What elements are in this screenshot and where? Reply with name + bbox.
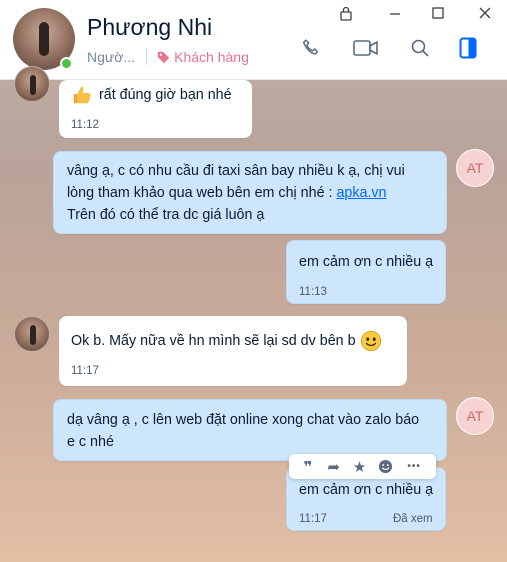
online-status-dot bbox=[60, 57, 73, 70]
star-icon: ★ bbox=[352, 458, 367, 476]
star-button[interactable]: ★ bbox=[348, 456, 370, 478]
message-time: 11:12 bbox=[71, 119, 99, 131]
react-button[interactable] bbox=[374, 456, 396, 478]
message-text-line: lòng tham khảo qua web bên em chị nhé : … bbox=[67, 182, 437, 204]
forward-icon: ➦ bbox=[327, 458, 340, 476]
message-text-line: vâng ạ, c có nhu cầu đi taxi sân bay nhi… bbox=[67, 163, 405, 179]
forward-button[interactable]: ➦ bbox=[323, 456, 345, 478]
conversation-info-toggle[interactable] bbox=[455, 35, 481, 61]
more-options-button[interactable]: ••• bbox=[400, 456, 428, 478]
message-link[interactable]: apka.vn bbox=[336, 185, 386, 201]
voice-call-button[interactable] bbox=[298, 35, 324, 61]
close-icon bbox=[479, 7, 491, 19]
message-time: 11:13 bbox=[299, 286, 327, 298]
message-bubble-incoming[interactable]: Ok b. Mấy nữa về hn mình sẽ lại sd dv bê… bbox=[59, 316, 407, 386]
avatar-initials: AT bbox=[466, 408, 484, 424]
message-bubble-incoming[interactable]: rất đúng giờ bạn nhé 11:12 bbox=[59, 80, 252, 138]
message-bubble-outgoing[interactable]: em cảm ơn c nhiều ạ 11:13 bbox=[286, 240, 446, 304]
maximize-button[interactable] bbox=[428, 5, 448, 21]
contact-subtitle[interactable]: Ngườ... bbox=[87, 49, 135, 65]
video-camera-icon bbox=[353, 40, 378, 56]
maximize-icon bbox=[432, 7, 444, 19]
message-text: em cảm ơn c nhiều ạ bbox=[299, 482, 434, 498]
message-text-fragment: lòng tham khảo qua web bên em chị nhé : bbox=[67, 185, 337, 201]
message-actions-toolbar: ❞ ➦ ★ ••• bbox=[289, 454, 436, 479]
smiley-icon bbox=[378, 459, 392, 474]
tag-label: Khách hàng bbox=[174, 49, 249, 65]
side-panel-icon bbox=[459, 37, 477, 59]
tag-icon bbox=[157, 51, 170, 64]
message-text-line: Trên đó có thể tra dc giá luôn ạ bbox=[67, 207, 265, 223]
message-bubble-outgoing[interactable]: vâng ạ, c có nhu cầu đi taxi sân bay nhi… bbox=[53, 151, 447, 234]
quote-icon: ❞ bbox=[303, 458, 313, 476]
thumbs-up-icon bbox=[73, 86, 91, 104]
more-icon: ••• bbox=[407, 461, 421, 472]
message-time: 11:17 bbox=[299, 513, 327, 525]
chat-header: Phương Nhi Ngườ... Khách hàng bbox=[0, 0, 507, 80]
subtitle-divider bbox=[146, 49, 148, 65]
avatar-initials: AT bbox=[466, 160, 484, 176]
search-icon bbox=[411, 39, 429, 57]
minimize-icon bbox=[390, 13, 400, 15]
message-text: em cảm ơn c nhiều ạ bbox=[299, 254, 434, 270]
contact-avatar-small[interactable] bbox=[14, 316, 50, 352]
reply-button[interactable]: ❞ bbox=[297, 456, 319, 478]
customer-tag[interactable]: Khách hàng bbox=[156, 49, 249, 65]
contact-avatar-small[interactable] bbox=[14, 66, 50, 102]
close-button[interactable] bbox=[475, 5, 495, 21]
message-text: rất đúng giờ bạn nhé bbox=[99, 87, 232, 103]
message-text: Ok b. Mấy nữa về hn mình sẽ lại sd dv bê… bbox=[71, 333, 356, 349]
seen-status: Đã xem bbox=[393, 513, 433, 525]
video-call-button[interactable] bbox=[351, 35, 381, 61]
pin-window-button[interactable] bbox=[336, 5, 356, 21]
my-avatar[interactable]: AT bbox=[456, 149, 494, 187]
message-time: 11:17 bbox=[71, 365, 99, 377]
my-avatar[interactable]: AT bbox=[456, 397, 494, 435]
message-bubble-outgoing[interactable]: dạ vâng ạ , c lên web đặt online xong ch… bbox=[53, 399, 447, 461]
message-text-line: dạ vâng ạ , c lên web đặt online xong ch… bbox=[67, 412, 420, 428]
search-messages-button[interactable] bbox=[407, 35, 433, 61]
phone-icon bbox=[302, 39, 319, 55]
contact-subtitle-row: Ngườ... Khách hàng bbox=[87, 49, 249, 65]
lock-icon bbox=[340, 6, 352, 21]
smiling-emoji-icon bbox=[360, 331, 381, 352]
minimize-button[interactable] bbox=[385, 5, 405, 21]
message-text-line: e c nhé bbox=[67, 434, 114, 450]
contact-name[interactable]: Phương Nhi bbox=[87, 14, 212, 41]
